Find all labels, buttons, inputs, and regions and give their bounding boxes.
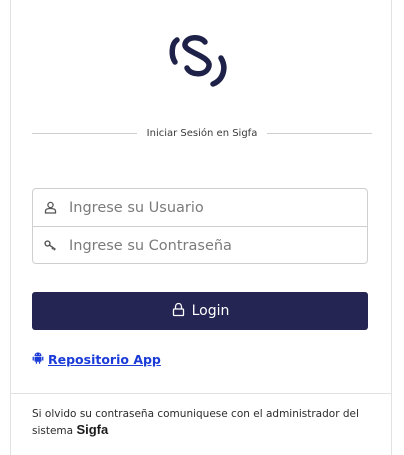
password-row[interactable]: [33, 226, 367, 264]
footer-divider: [10, 393, 392, 394]
username-row[interactable]: [33, 189, 367, 226]
lock-icon: [171, 302, 186, 321]
login-heading: Iniciar Sesión en Sigfa: [146, 127, 258, 139]
divider-line-right: [267, 132, 372, 134]
sigfa-logo: [169, 35, 227, 87]
repository-app-link[interactable]: Repositorio App: [32, 350, 161, 368]
login-button[interactable]: Login: [32, 292, 368, 330]
android-icon: [32, 351, 44, 367]
login-button-label: Login: [191, 303, 230, 319]
credentials-group: [32, 188, 368, 264]
footer-note: Si olvido su contraseña comuniquese con …: [32, 406, 382, 439]
divider-line-left: [32, 132, 137, 134]
password-input[interactable]: [69, 237, 349, 254]
repository-link-label: Repositorio App: [48, 351, 161, 367]
username-input[interactable]: [69, 199, 349, 216]
footer-brand: Sigfa: [76, 422, 109, 437]
user-icon: [43, 201, 57, 215]
section-divider: Iniciar Sesión en Sigfa: [32, 126, 372, 140]
key-icon: [43, 239, 57, 253]
